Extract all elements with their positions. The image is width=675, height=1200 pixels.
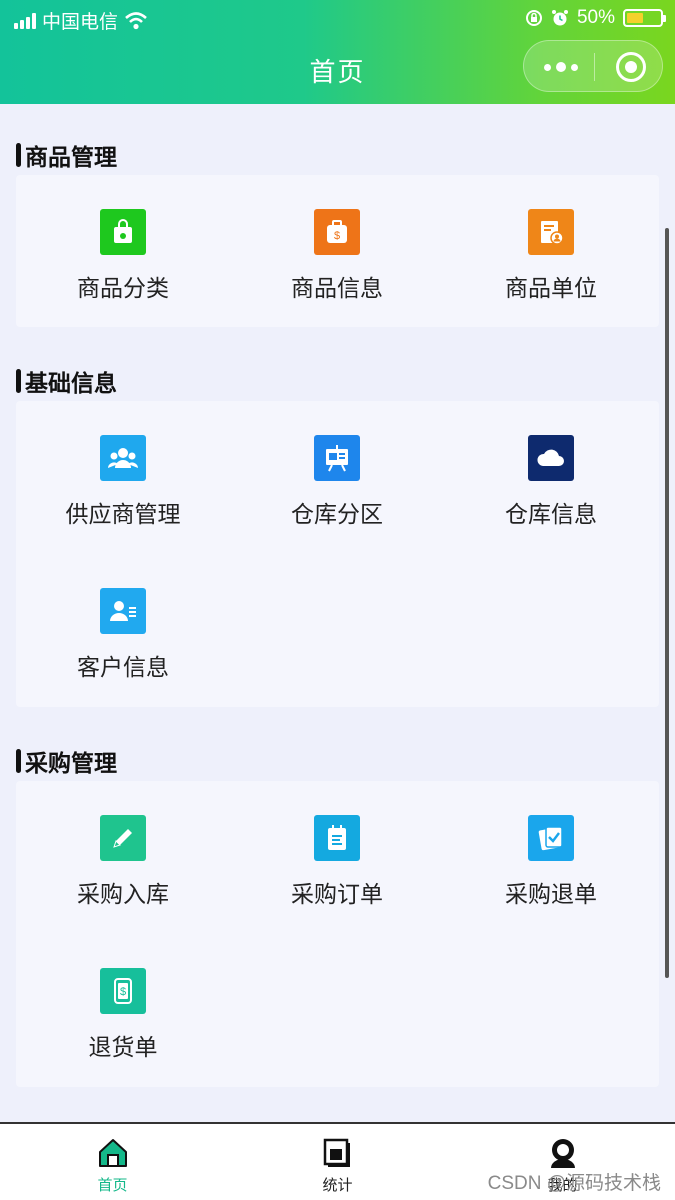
- svg-text:$: $: [334, 230, 340, 242]
- home-icon: [96, 1136, 130, 1170]
- wifi-icon: [125, 11, 147, 29]
- tab-label: 统计: [322, 1177, 353, 1194]
- tab-home[interactable]: 首页: [0, 1124, 225, 1200]
- document-person-icon: [528, 209, 574, 255]
- pencil-icon: [100, 815, 146, 861]
- battery-icon: [623, 9, 666, 27]
- presentation-board-icon: [314, 435, 360, 481]
- watermark-text: CSDN @源码技术栈: [487, 1173, 661, 1194]
- menu-item-label: 采购入库: [77, 881, 169, 907]
- menu-item-warehouse-zone[interactable]: 仓库分区: [230, 435, 444, 529]
- section-title-basic: 基础信息: [16, 364, 117, 398]
- section-card-goods: 商品分类 $ 商品信息 商品单位: [16, 175, 659, 327]
- section-marker: [16, 143, 21, 167]
- menu-item-purchase-stock-in[interactable]: 采购入库: [16, 815, 230, 909]
- section-marker: [16, 369, 21, 393]
- section-title-text: 商品管理: [25, 144, 117, 170]
- menu-item-goods-category[interactable]: 商品分类: [16, 209, 230, 303]
- cloud-icon: [528, 435, 574, 481]
- section-marker: [16, 749, 21, 773]
- close-target-icon[interactable]: [616, 52, 646, 82]
- menu-item-label: 退货单: [88, 1034, 158, 1060]
- checked-clipboard-icon: [528, 815, 574, 861]
- receipt-dollar-icon: $: [100, 968, 146, 1014]
- menu-item-label: 商品分类: [77, 275, 169, 301]
- section-title-goods: 商品管理: [16, 138, 117, 172]
- menu-item-label: 仓库分区: [291, 501, 383, 527]
- menu-item-purchase-return[interactable]: 采购退单: [444, 815, 658, 909]
- tab-stats[interactable]: 统计: [225, 1124, 450, 1200]
- menu-item-label: 商品单位: [505, 275, 597, 301]
- tab-label: 首页: [97, 1177, 128, 1194]
- battery-percent: 50%: [576, 7, 615, 28]
- more-icon[interactable]: [544, 59, 578, 75]
- menu-item-label: 供应商管理: [65, 501, 181, 527]
- stats-icon: [321, 1136, 355, 1170]
- status-bar: 中国电信 50%: [0, 0, 675, 36]
- top-header: 中国电信 50% 首页: [0, 0, 675, 104]
- menu-item-return-note[interactable]: $ 退货单: [16, 968, 230, 1062]
- menu-item-goods-info[interactable]: $ 商品信息: [230, 209, 444, 303]
- menu-item-goods-unit[interactable]: 商品单位: [444, 209, 658, 303]
- mini-program-capsule: [523, 40, 663, 92]
- menu-item-label: 采购退单: [505, 881, 597, 907]
- menu-item-purchase-order[interactable]: 采购订单: [230, 815, 444, 909]
- alarm-icon: [551, 10, 568, 26]
- price-bag-icon: $: [314, 209, 360, 255]
- menu-item-supplier[interactable]: 供应商管理: [16, 435, 230, 529]
- menu-item-label: 仓库信息: [505, 501, 597, 527]
- profile-icon: [546, 1136, 580, 1170]
- section-title-text: 采购管理: [25, 750, 117, 776]
- section-title-purchase: 采购管理: [16, 744, 117, 778]
- contact-card-icon: [100, 588, 146, 634]
- section-card-basic: 供应商管理 仓库分区 仓库信息 客户信息: [16, 401, 659, 707]
- menu-item-label: 采购订单: [291, 881, 383, 907]
- rotation-lock-icon: [525, 10, 542, 26]
- carrier-name: 中国电信: [42, 12, 119, 33]
- menu-item-warehouse-info[interactable]: 仓库信息: [444, 435, 658, 529]
- scrollbar[interactable]: [665, 228, 669, 978]
- capsule-divider: [594, 53, 595, 81]
- signal-icon: [14, 12, 36, 29]
- group-icon: [100, 435, 146, 481]
- notepad-icon: [314, 815, 360, 861]
- svg-text:$: $: [120, 986, 126, 998]
- shopping-bag-icon: [100, 209, 146, 255]
- menu-item-customer[interactable]: 客户信息: [16, 588, 230, 682]
- section-title-text: 基础信息: [25, 370, 117, 396]
- section-card-purchase: 采购入库 采购订单 采购退单 $ 退货单: [16, 781, 659, 1087]
- menu-item-label: 客户信息: [77, 654, 169, 680]
- menu-item-label: 商品信息: [291, 275, 383, 301]
